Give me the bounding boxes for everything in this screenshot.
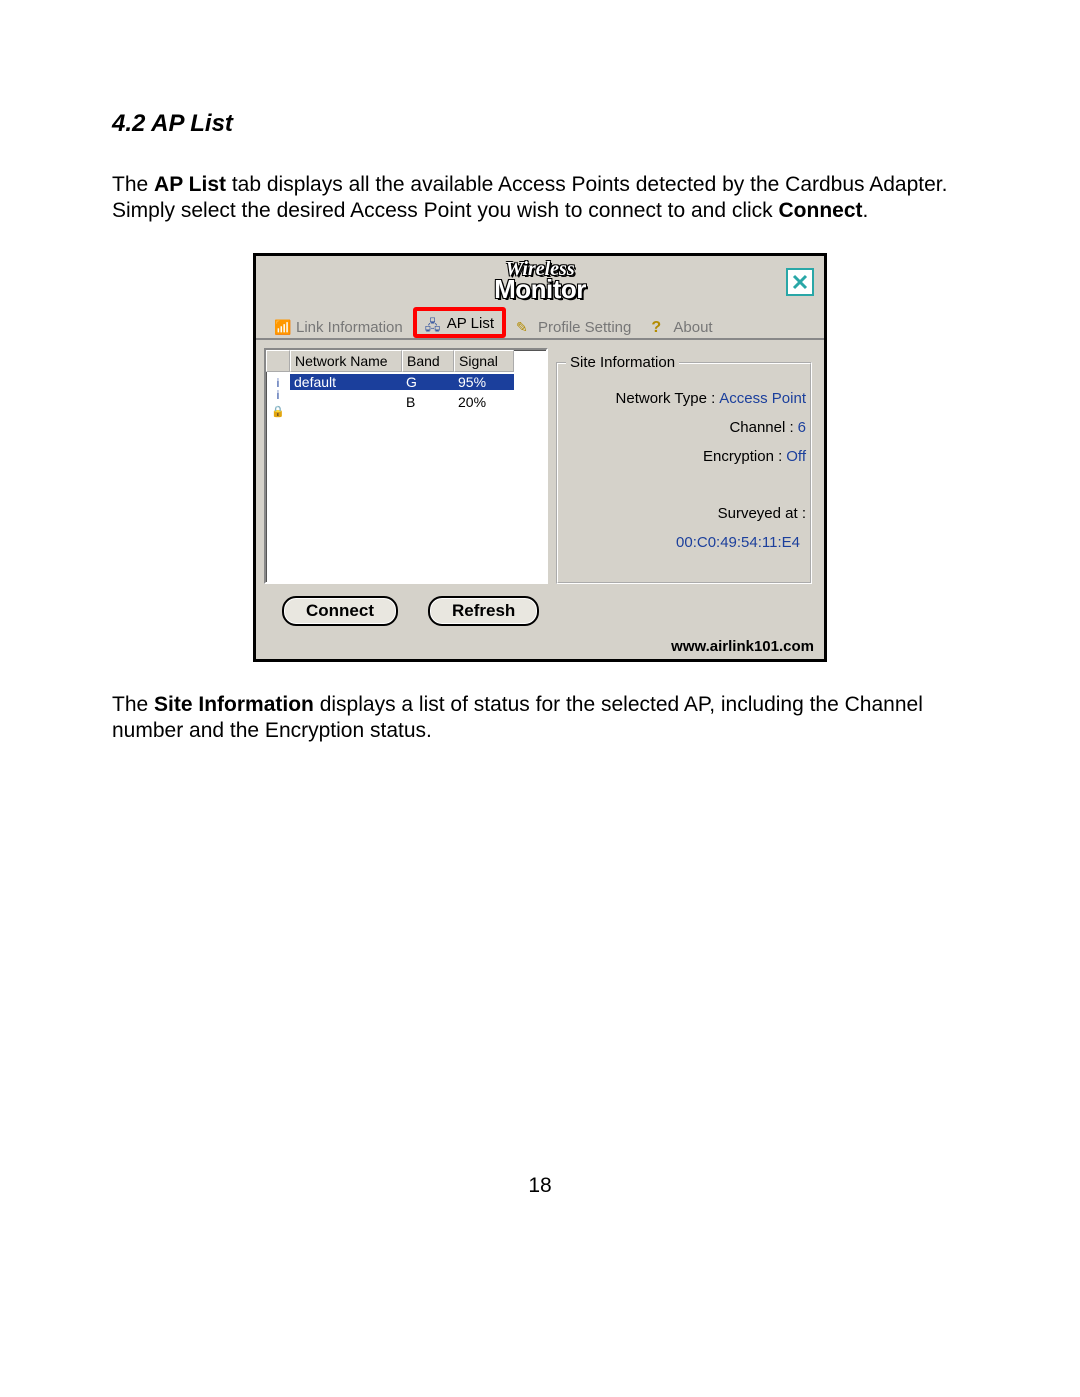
column-icon[interactable] <box>266 350 290 372</box>
site-information-bold: Site Information <box>154 693 314 716</box>
table-row[interactable]: i🔒 B 20% <box>266 392 546 412</box>
network-icon: 🖧 <box>425 315 443 331</box>
surveyed-label: Surveyed at : <box>718 505 806 522</box>
site-information-panel: Site Information Network Type : Access P… <box>556 354 816 584</box>
cell-name: default <box>290 374 402 390</box>
tab-profile-setting[interactable]: ✎ Profile Setting <box>506 313 641 340</box>
column-signal[interactable]: Signal <box>454 350 514 372</box>
help-icon: ? <box>651 319 669 335</box>
connect-button[interactable]: Connect <box>282 596 398 626</box>
ap-list-table: Network Name Band Signal i default G 95%… <box>264 348 548 584</box>
section-heading: 4.2 AP List <box>112 110 968 138</box>
encryption-value: Off <box>786 448 806 465</box>
close-icon <box>792 274 808 290</box>
footer-url: www.airlink101.com <box>256 636 824 659</box>
cell-band: B <box>402 394 454 410</box>
page-number: 18 <box>112 1174 968 1198</box>
ap-list-bold: AP List <box>154 173 226 196</box>
tab-label: Profile Setting <box>538 319 631 336</box>
column-band[interactable]: Band <box>402 350 454 372</box>
tab-ap-list[interactable]: 🖧 AP List <box>413 307 506 338</box>
cell-signal: 20% <box>454 394 514 410</box>
network-type-value: Access Point <box>719 390 806 407</box>
app-logo: Wireless Monitor <box>494 261 586 300</box>
column-network-name[interactable]: Network Name <box>290 350 402 372</box>
tab-about[interactable]: ? About <box>641 313 722 340</box>
table-row[interactable]: i default G 95% <box>266 372 546 392</box>
titlebar: Wireless Monitor <box>256 256 824 306</box>
text: The <box>112 173 154 196</box>
network-type-label: Network Type : <box>616 390 716 407</box>
encryption-label: Encryption : <box>703 448 782 465</box>
channel-label: Channel : <box>729 419 793 436</box>
site-info-legend: Site Information <box>566 354 679 371</box>
tab-link-information[interactable]: 📶 Link Information <box>264 313 413 340</box>
table-body: i default G 95% i🔒 B 20% <box>266 372 546 582</box>
pencil-icon: ✎ <box>516 319 534 335</box>
table-header: Network Name Band Signal <box>266 350 546 372</box>
channel-value: 6 <box>798 419 806 436</box>
signal-icon: 📶 <box>274 319 292 335</box>
mac-address: 00:C0:49:54:11:E4 <box>566 534 806 551</box>
cell-band: G <box>402 374 454 390</box>
wireless-monitor-window: Wireless Monitor 📶 Link Information 🖧 AP… <box>253 253 827 662</box>
intro-paragraph: The AP List tab displays all the availab… <box>112 172 968 225</box>
connect-bold: Connect <box>779 199 863 222</box>
footer-paragraph: The Site Information displays a list of … <box>112 692 968 745</box>
refresh-button[interactable]: Refresh <box>428 596 539 626</box>
cell-signal: 95% <box>454 374 514 390</box>
text: . <box>863 199 869 222</box>
text: The <box>112 693 154 716</box>
tab-bar: 📶 Link Information 🖧 AP List ✎ Profile S… <box>256 306 824 340</box>
tab-label: AP List <box>447 315 494 332</box>
logo-line2: Monitor <box>494 278 586 300</box>
button-row: Connect Refresh <box>256 592 824 636</box>
close-button[interactable] <box>786 268 814 296</box>
ap-secured-icon: i🔒 <box>266 386 290 418</box>
tab-label: About <box>673 319 712 336</box>
tab-label: Link Information <box>296 319 403 336</box>
